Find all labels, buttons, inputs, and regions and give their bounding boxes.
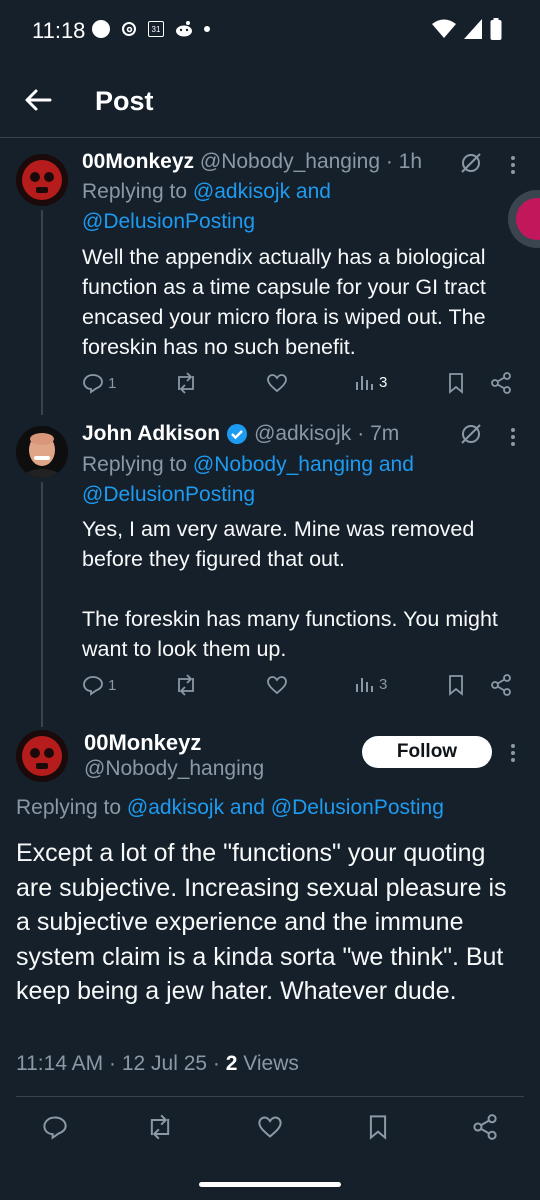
home-gesture-handle[interactable] <box>199 1182 341 1187</box>
signal-icon <box>464 19 482 39</box>
avatar[interactable] <box>16 154 68 206</box>
calendar-icon: 31 <box>148 21 164 37</box>
replying-to-label: Replying to <box>16 796 127 819</box>
share-icon <box>491 674 511 696</box>
like-button[interactable] <box>266 372 288 394</box>
more-options-icon[interactable] <box>509 156 517 178</box>
reply-count: 1 <box>108 676 117 694</box>
post-actions <box>0 1108 540 1148</box>
author-name[interactable]: 00Monkeyz <box>84 730 201 756</box>
replying-to-label: Replying to <box>82 180 193 203</box>
monkey-skull-avatar-image <box>16 730 68 782</box>
tweet-time: · 7m <box>357 422 400 445</box>
system-icons <box>432 18 502 40</box>
more-options-icon[interactable] <box>509 428 517 450</box>
repost-button[interactable] <box>174 674 198 696</box>
repost-button[interactable] <box>174 372 198 394</box>
reply-count: 1 <box>108 374 117 392</box>
tweet-header: 00Monkeyz @Nobody_hanging · 1h <box>82 150 422 174</box>
heart-icon[interactable] <box>257 1114 283 1140</box>
repost-icon <box>178 372 194 394</box>
thread-connector-line <box>41 482 43 727</box>
wifi-icon <box>432 19 456 38</box>
threads-icon <box>122 22 136 36</box>
status-time: 11:18 <box>32 18 86 43</box>
thread-connector-line <box>41 210 43 415</box>
tweet-actions: 1 3 <box>82 372 522 402</box>
post-timestamp[interactable]: 11:14 AM · 12 Jul 25 · <box>16 1052 226 1075</box>
views-count: 3 <box>379 373 388 391</box>
monkey-skull-avatar-image <box>16 154 68 206</box>
replying-to: Replying to @Nobody_hanging and @Delusio… <box>82 450 472 510</box>
floating-action-button[interactable] <box>508 190 540 248</box>
like-button[interactable] <box>266 674 288 696</box>
views-label: Views <box>237 1052 299 1075</box>
bookmark-icon <box>449 373 463 394</box>
views-button[interactable]: 3 <box>355 372 387 392</box>
views-chart-icon <box>356 376 373 390</box>
floating-action-icon <box>516 198 540 240</box>
avatar[interactable] <box>16 426 68 478</box>
tweet-text: Well the appendix actually has a biologi… <box>82 245 486 359</box>
tweet-actions: 1 3 <box>82 674 522 704</box>
author-name[interactable]: 00Monkeyz <box>82 150 194 173</box>
do-not-disturb-icon <box>92 20 110 38</box>
notification-icons: 31 <box>92 20 210 38</box>
bookmark-icon <box>449 675 463 696</box>
author-handle[interactable]: @Nobody_hanging <box>84 757 264 781</box>
system-navigation-bar <box>0 1158 540 1200</box>
share-button[interactable] <box>490 674 512 696</box>
more-notifications-dot <box>204 26 210 32</box>
grok-icon[interactable] <box>458 150 484 176</box>
bookmark-icon[interactable] <box>366 1114 390 1140</box>
more-options-icon[interactable] <box>509 744 517 766</box>
post-text: Except a lot of the "functions" your quo… <box>16 839 507 1005</box>
replying-to-link[interactable]: @adkisojk and @DelusionPosting <box>127 796 444 819</box>
tweet-time: · 1h <box>385 150 423 173</box>
share-button[interactable] <box>490 372 512 394</box>
bookmark-button[interactable] <box>446 372 466 394</box>
replying-to: Replying to @adkisojk and @DelusionPosti… <box>16 796 444 820</box>
top-app-bar: Post <box>0 64 540 138</box>
reply-icon <box>83 676 103 696</box>
reddit-icon <box>176 21 192 37</box>
profile-photo-avatar-image <box>16 426 68 478</box>
verified-badge-icon <box>227 424 248 444</box>
author-name[interactable]: John Adkison <box>82 422 220 446</box>
divider <box>16 1096 524 1097</box>
replying-to-label: Replying to <box>82 453 193 476</box>
status-bar: 11:18 31 <box>0 0 540 64</box>
author-handle[interactable]: @adkisojk <box>254 422 351 446</box>
tweet-header: John Adkison @adkisojk · 7m <box>82 422 399 446</box>
share-icon[interactable] <box>472 1114 498 1140</box>
back-arrow-icon[interactable] <box>22 84 54 116</box>
reply-icon <box>83 374 103 394</box>
reply-button[interactable]: 1 <box>82 372 116 394</box>
bookmark-button[interactable] <box>446 674 466 696</box>
battery-icon <box>490 18 502 40</box>
share-icon <box>491 372 511 394</box>
reply-button[interactable]: 1 <box>82 674 116 696</box>
repost-icon[interactable] <box>146 1114 174 1140</box>
views-chart-icon <box>356 678 373 692</box>
post-meta: 11:14 AM · 12 Jul 25 · 2 Views <box>16 1052 299 1076</box>
views-count: 3 <box>379 675 388 693</box>
page-title: Post <box>95 86 154 116</box>
heart-icon <box>267 676 287 695</box>
heart-icon <box>267 374 287 393</box>
grok-icon[interactable] <box>458 421 484 447</box>
avatar[interactable] <box>16 730 68 782</box>
follow-button[interactable]: Follow <box>362 736 492 768</box>
author-handle[interactable]: @Nobody_hanging <box>200 150 380 173</box>
views-button[interactable]: 3 <box>355 674 387 694</box>
repost-icon <box>178 674 194 696</box>
reply-icon[interactable] <box>42 1114 68 1140</box>
views-count: 2 <box>225 1052 238 1075</box>
tweet-text: Yes, I am very aware. Mine was removed b… <box>82 517 498 661</box>
replying-to: Replying to @adkisojk and @DelusionPosti… <box>82 177 412 237</box>
